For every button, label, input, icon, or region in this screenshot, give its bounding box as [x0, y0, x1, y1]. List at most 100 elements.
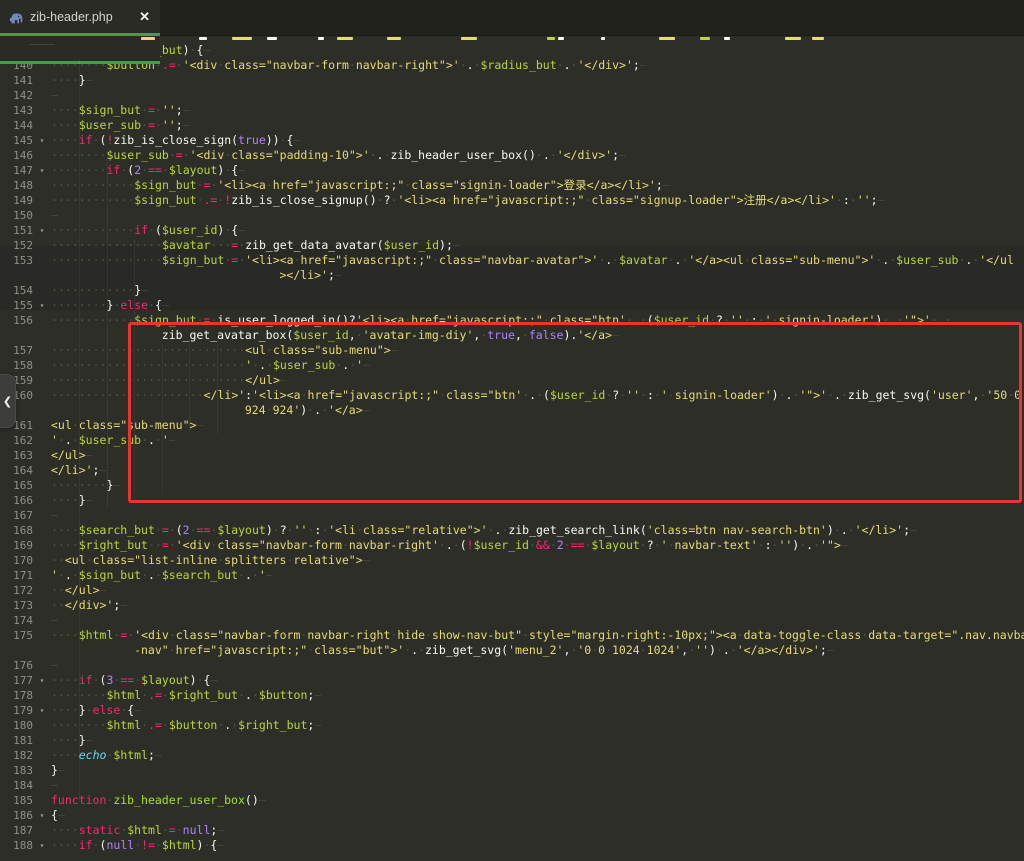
indent-guide: [217, 344, 218, 434]
fold-arrow-icon[interactable]: ▾: [33, 223, 51, 238]
line-number: 177: [0, 673, 33, 688]
line-number: 144: [0, 118, 33, 133]
clipped-line-fragment: [267, 37, 277, 40]
code-row: 148············$sign_but·=·'<li><a·href=…: [0, 178, 1024, 193]
code-row: 166····}–: [0, 493, 1024, 508]
code-row: 186▾{–: [0, 808, 1024, 823]
line-number: 172: [0, 583, 33, 598]
code-row: 174–: [0, 613, 1024, 628]
code-row: 160······················</li>':'<li><a·…: [0, 388, 1024, 403]
code-row: 157····························<ul·class…: [0, 343, 1024, 358]
indent-guide: [134, 239, 135, 494]
code-row: 176–: [0, 658, 1024, 673]
code-row: 164————————————————————————</li>';–: [0, 463, 1024, 478]
code-row: 143····$sign_but·=·'';–: [0, 103, 1024, 118]
line-number: 152: [0, 238, 33, 253]
line-number: 183: [0, 763, 33, 778]
clipped-line-fragment: [318, 37, 324, 40]
code-area[interactable]: 138–139▾····if·($radius_but)·{–140······…: [0, 36, 1024, 861]
side-panel-toggle[interactable]: ❮: [0, 374, 16, 428]
code-row: 177▾····if·(3·==·$layout)·{–: [0, 673, 1024, 688]
code-row: 162————————————————————————————'·.·$user…: [0, 433, 1024, 448]
code-row: 173————————————————————————··</div>';–: [0, 598, 1024, 613]
line-number: 142: [0, 88, 33, 103]
clipped-line-fragment: [812, 37, 824, 40]
fold-arrow-icon[interactable]: ▾: [33, 808, 51, 823]
code-row: 158····························'·.·$user…: [0, 358, 1024, 373]
indent-guide: [162, 344, 163, 494]
code-row: 145▾····if·(!zib_is_close_sign(true))·{–: [0, 133, 1024, 148]
line-number: 167: [0, 508, 33, 523]
code-row: 156············$sign_but·=·is_user_logge…: [0, 313, 1024, 328]
tab-bar: zib-header.php ✕: [0, 0, 1024, 36]
line-number: 179: [0, 703, 33, 718]
code-row: 180········$html·.=·$button·.·$right_but…: [0, 718, 1024, 733]
fold-arrow-icon[interactable]: ▾: [33, 163, 51, 178]
code-row: ></li>';–: [0, 268, 1024, 283]
line-number: 176: [0, 658, 33, 673]
code-row: 163————————————————————————————</ul>–: [0, 448, 1024, 463]
line-number: 145: [0, 133, 33, 148]
fold-arrow-icon[interactable]: ▾: [33, 133, 51, 148]
line-number: 173: [0, 598, 33, 613]
line-number: 150: [0, 208, 33, 223]
line-number: 166: [0, 493, 33, 508]
line-number: 147: [0, 163, 33, 178]
code-row: 159····························</ul>–: [0, 373, 1024, 388]
close-icon[interactable]: ✕: [139, 9, 150, 25]
code-rows: 138–139▾····if·($radius_but)·{–140······…: [0, 36, 1024, 853]
tab-title: zib-header.php: [30, 10, 133, 24]
fold-arrow-icon[interactable]: ▾: [33, 673, 51, 688]
code-row: 155▾········}·else·{–: [0, 298, 1024, 313]
line-number: 163: [0, 448, 33, 463]
line-number: 153: [0, 253, 33, 268]
line-number: 181: [0, 733, 33, 748]
code-row: 149············$sign_but·.=·!zib_is_clos…: [0, 193, 1024, 208]
clipped-line-fragment: [547, 37, 555, 40]
line-number: 186: [0, 808, 33, 823]
clipped-line-fragment: [659, 37, 675, 40]
fold-arrow-icon[interactable]: ▾: [33, 298, 51, 313]
tab-zib-header-php[interactable]: zib-header.php ✕: [0, 0, 160, 36]
line-number: 178: [0, 688, 33, 703]
line-number: 155: [0, 298, 33, 313]
fold-arrow-icon[interactable]: ▾: [33, 838, 51, 853]
line-number: 174: [0, 613, 33, 628]
indent-guide: [189, 344, 190, 434]
clipped-line-fragment: [199, 37, 207, 40]
line-number: 185: [0, 793, 33, 808]
code-row: 154············}–: [0, 283, 1024, 298]
code-row: 175····$html·=·'<div·class="navbar-form·…: [0, 628, 1024, 643]
clipped-line-fragment: [785, 37, 801, 40]
code-row: 161————————————————————————————<ul·class…: [0, 418, 1024, 433]
chevron-left-icon: ❮: [3, 395, 12, 408]
code-row: 141····}–: [0, 73, 1024, 88]
code-row: 153················$sign_but·=·'<li><a·h…: [0, 253, 1024, 268]
clipped-line-fragment: [387, 37, 401, 40]
line-number: 165: [0, 478, 33, 493]
line-number: 164: [0, 463, 33, 478]
fold-arrow-icon[interactable]: ▾: [33, 703, 51, 718]
code-row: 170————————————————————————————————··<ul…: [0, 553, 1024, 568]
clipped-line-fragment: [337, 37, 353, 40]
line-number: 169: [0, 538, 33, 553]
clipped-line-fragment: [700, 37, 710, 40]
line-number: 148: [0, 178, 33, 193]
indent-guide: [107, 149, 108, 509]
code-row: 187····static·$html·=·null;–: [0, 823, 1024, 838]
code-row: 183}–: [0, 763, 1024, 778]
code-row: 168····$search_but·=·(2·==·$layout)·?·''…: [0, 523, 1024, 538]
code-row: 146········$user_sub·=·'<div·class="padd…: [0, 148, 1024, 163]
code-row: 151▾············if·($user_id)·{–: [0, 223, 1024, 238]
line-number: 188: [0, 838, 33, 853]
code-row: 147▾········if·(2·==·$layout)·{–: [0, 163, 1024, 178]
code-row: 182····echo·$html;–: [0, 748, 1024, 763]
code-row: 169····$right_but··=·'<div·class="navbar…: [0, 538, 1024, 553]
line-number: 171: [0, 568, 33, 583]
editor-window: { "tab_bar": { "tab_title": "zib-header.…: [0, 0, 1024, 861]
clipped-line-fragment: [724, 37, 730, 40]
line-number: 143: [0, 103, 33, 118]
line-number: 157: [0, 343, 33, 358]
clipped-line-fragment: [461, 37, 477, 40]
line-number: 182: [0, 748, 33, 763]
